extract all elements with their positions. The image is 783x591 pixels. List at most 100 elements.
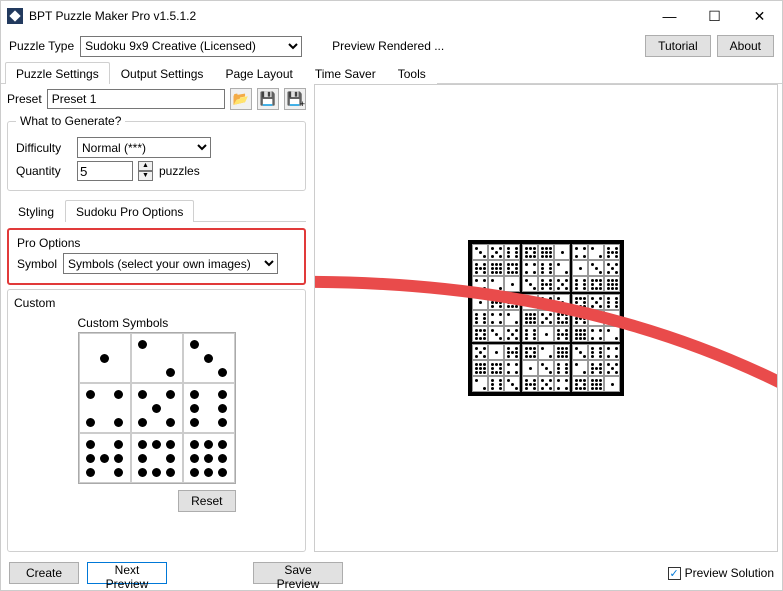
maximize-button[interactable]: ☐ (692, 1, 737, 31)
sudoku-cell (554, 326, 570, 342)
sudoku-cell (538, 344, 554, 360)
sudoku-cell (588, 260, 604, 276)
sudoku-cell (472, 244, 488, 260)
sudoku-cell (538, 310, 554, 326)
symbol-cell-5[interactable] (131, 383, 183, 433)
chevron-down-icon[interactable]: ▼ (138, 171, 153, 181)
save-icon: 💾 (260, 91, 276, 107)
sudoku-cell (588, 294, 604, 310)
save-preset-as-button[interactable]: 💾+ (284, 88, 306, 110)
sudoku-cell (572, 244, 588, 260)
subtab-styling[interactable]: Styling (7, 200, 65, 222)
sudoku-cell (472, 376, 488, 392)
sudoku-cell (604, 294, 620, 310)
sudoku-cell (554, 376, 570, 392)
sudoku-cell (522, 294, 538, 310)
sudoku-cell (554, 244, 570, 260)
preview-solution-label: Preview Solution (685, 566, 774, 580)
tutorial-button[interactable]: Tutorial (645, 35, 711, 57)
sudoku-cell (588, 360, 604, 376)
pro-options-group: Pro Options Symbol Symbols (select your … (7, 228, 306, 285)
sudoku-cell (504, 260, 520, 276)
reset-button[interactable]: Reset (178, 490, 235, 512)
quantity-stepper[interactable]: ▲▼ (138, 161, 153, 181)
custom-symbols-grid (78, 332, 236, 484)
symbol-select[interactable]: Symbols (select your own images) (63, 253, 278, 274)
sudoku-cell (538, 294, 554, 310)
sudoku-cell (554, 260, 570, 276)
sudoku-cell (588, 276, 604, 292)
chevron-up-icon[interactable]: ▲ (138, 161, 153, 171)
subtab-sudoku-pro-options[interactable]: Sudoku Pro Options (65, 200, 194, 222)
create-button[interactable]: Create (9, 562, 79, 584)
symbol-cell-6[interactable] (183, 383, 235, 433)
custom-group: Custom Custom Symbols Reset (7, 289, 306, 552)
sudoku-cell (504, 344, 520, 360)
main-tabbar: Puzzle SettingsOutput SettingsPage Layou… (1, 61, 782, 84)
sudoku-cell (572, 260, 588, 276)
close-button[interactable]: ✕ (737, 1, 782, 31)
tab-output-settings[interactable]: Output Settings (110, 62, 215, 84)
tab-puzzle-settings[interactable]: Puzzle Settings (5, 62, 110, 84)
open-folder-icon: 📂 (233, 91, 249, 107)
quantity-input[interactable] (77, 161, 133, 181)
sudoku-cell (488, 276, 504, 292)
sudoku-cell (522, 360, 538, 376)
sudoku-cell (554, 276, 570, 292)
sudoku-cell (588, 310, 604, 326)
sudoku-cell (538, 260, 554, 276)
sudoku-cell (522, 376, 538, 392)
sudoku-cell (572, 326, 588, 342)
sudoku-cell (538, 326, 554, 342)
puzzle-type-select[interactable]: Sudoku 9x9 Creative (Licensed) (80, 36, 302, 57)
sudoku-cell (522, 326, 538, 342)
tab-tools[interactable]: Tools (387, 62, 437, 84)
sudoku-cell (604, 244, 620, 260)
sudoku-cell (538, 376, 554, 392)
save-plus-icon: 💾+ (287, 91, 303, 107)
sudoku-cell (488, 376, 504, 392)
symbol-cell-2[interactable] (131, 333, 183, 383)
sudoku-cell (572, 360, 588, 376)
sudoku-cell (488, 294, 504, 310)
symbol-cell-3[interactable] (183, 333, 235, 383)
save-preset-button[interactable]: 💾 (257, 88, 279, 110)
tab-time-saver[interactable]: Time Saver (304, 62, 387, 84)
preset-label: Preset (7, 92, 42, 106)
sudoku-cell (522, 244, 538, 260)
preset-input[interactable] (47, 89, 225, 109)
sudoku-cell (522, 276, 538, 292)
sudoku-cell (572, 376, 588, 392)
sudoku-cell (588, 244, 604, 260)
sudoku-cell (538, 276, 554, 292)
symbol-cell-7[interactable] (79, 433, 131, 483)
checkmark-icon: ✓ (668, 567, 681, 580)
pro-options-legend: Pro Options (17, 236, 296, 250)
sudoku-cell (472, 310, 488, 326)
sudoku-cell (572, 310, 588, 326)
sudoku-cell (604, 360, 620, 376)
symbol-cell-8[interactable] (131, 433, 183, 483)
symbol-cell-1[interactable] (79, 333, 131, 383)
custom-label: Custom (14, 296, 299, 310)
minimize-button[interactable]: — (647, 1, 692, 31)
next-preview-button[interactable]: Next Preview (87, 562, 167, 584)
about-button[interactable]: About (717, 35, 774, 57)
sudoku-cell (472, 276, 488, 292)
tab-page-layout[interactable]: Page Layout (214, 62, 303, 84)
custom-symbols-label: Custom Symbols (78, 316, 236, 330)
sudoku-cell (604, 276, 620, 292)
symbol-cell-9[interactable] (183, 433, 235, 483)
window-title: BPT Puzzle Maker Pro v1.5.1.2 (29, 9, 647, 23)
difficulty-select[interactable]: Normal (***) (77, 137, 211, 158)
sudoku-cell (472, 360, 488, 376)
sub-tabbar: StylingSudoku Pro Options (7, 199, 306, 222)
save-preview-button[interactable]: Save Preview (253, 562, 343, 584)
app-icon (7, 8, 23, 24)
sudoku-cell (604, 260, 620, 276)
preview-solution-checkbox[interactable]: ✓ Preview Solution (668, 566, 774, 580)
open-preset-button[interactable]: 📂 (230, 88, 252, 110)
what-to-generate-group: What to Generate? Difficulty Normal (***… (7, 114, 306, 191)
sudoku-cell (588, 344, 604, 360)
symbol-cell-4[interactable] (79, 383, 131, 433)
